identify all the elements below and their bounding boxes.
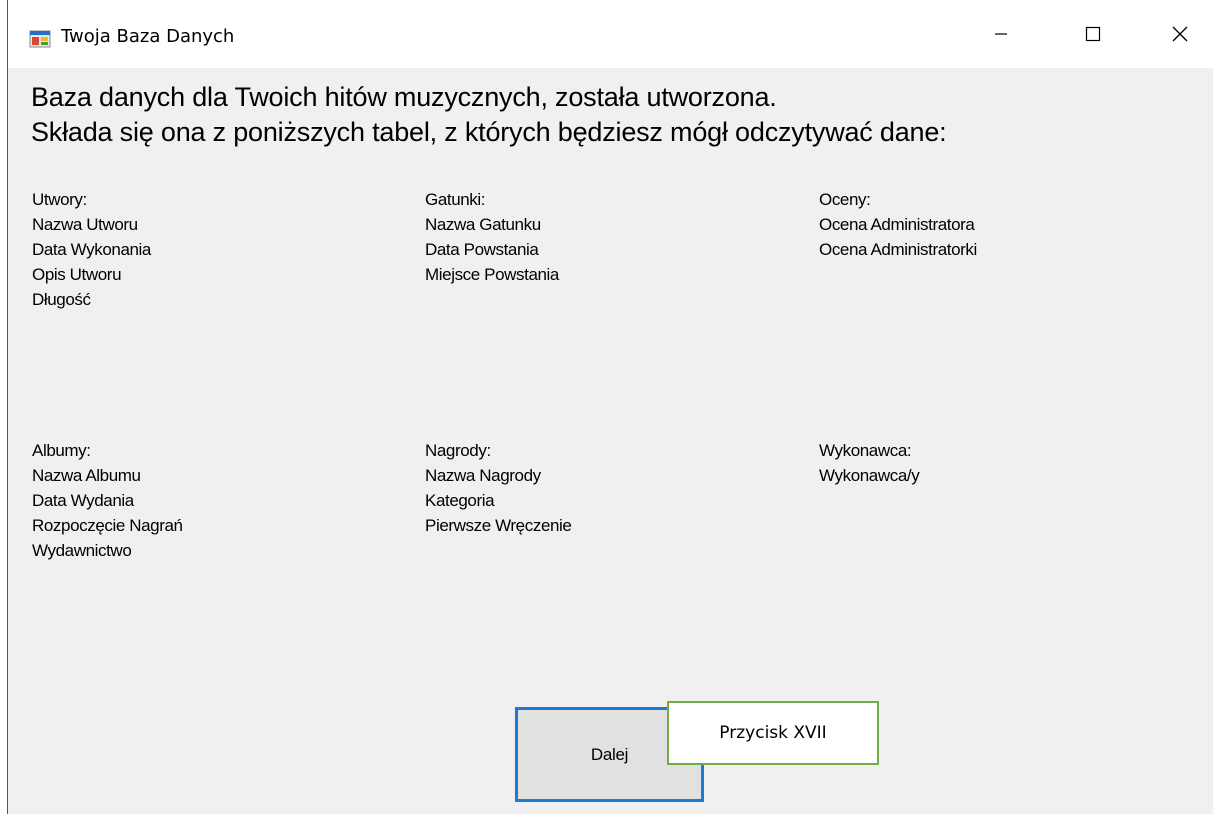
table-nagrody: Nagrody: Nazwa Nagrody Kategoria Pierwsz… (425, 438, 572, 538)
table-field: Nazwa Gatunku (425, 215, 541, 234)
table-field: Rozpoczęcie Nagrań (32, 516, 183, 535)
maximize-button[interactable] (1070, 16, 1116, 56)
title-bar[interactable]: Twoja Baza Danych (8, 0, 1213, 68)
maximize-icon (1085, 26, 1101, 47)
heading-line-2: Składa się ona z poniższych tabel, z któ… (31, 117, 947, 147)
table-field: Miejsce Powstania (425, 265, 559, 284)
table-title: Oceny: (819, 190, 871, 209)
window-title: Twoja Baza Danych (61, 26, 235, 47)
table-field: Ocena Administratora (819, 215, 975, 234)
annotation-callout: Przycisk XVII (667, 701, 879, 765)
table-title: Nagrody: (425, 441, 491, 460)
table-albumy: Albumy: Nazwa Albumu Data Wydania Rozpoc… (32, 438, 183, 563)
close-icon (1171, 25, 1189, 48)
table-title: Albumy: (32, 441, 91, 460)
minimize-icon (993, 26, 1009, 47)
heading-line-1: Baza danych dla Twoich hitów muzycznych,… (31, 82, 777, 112)
table-field: Nazwa Nagrody (425, 466, 541, 485)
close-button[interactable] (1157, 16, 1203, 56)
table-field: Kategoria (425, 491, 495, 510)
table-field: Opis Utworu (32, 265, 122, 284)
table-oceny: Oceny: Ocena Administratora Ocena Admini… (819, 187, 977, 262)
table-field: Data Powstania (425, 240, 539, 259)
table-title: Gatunki: (425, 190, 486, 209)
table-field: Data Wykonania (32, 240, 151, 259)
table-field: Pierwsze Wręczenie (425, 516, 572, 535)
minimize-button[interactable] (978, 16, 1024, 56)
table-wykonawca: Wykonawca: Wykonawca/y (819, 438, 920, 488)
app-window-icon (29, 29, 51, 49)
table-gatunki: Gatunki: Nazwa Gatunku Data Powstania Mi… (425, 187, 559, 287)
main-window: Twoja Baza Danych Baza danych dla Twoich… (7, 0, 1213, 814)
table-field: Nazwa Albumu (32, 466, 141, 485)
table-title: Utwory: (32, 190, 87, 209)
table-field: Wydawnictwo (32, 541, 132, 560)
table-field: Ocena Administratorki (819, 240, 977, 259)
table-field: Długość (32, 290, 91, 309)
table-utwory: Utwory: Nazwa Utworu Data Wykonania Opis… (32, 187, 151, 312)
table-field: Data Wydania (32, 491, 134, 510)
table-field: Wykonawca/y (819, 466, 920, 485)
table-field: Nazwa Utworu (32, 215, 138, 234)
table-title: Wykonawca: (819, 441, 912, 460)
